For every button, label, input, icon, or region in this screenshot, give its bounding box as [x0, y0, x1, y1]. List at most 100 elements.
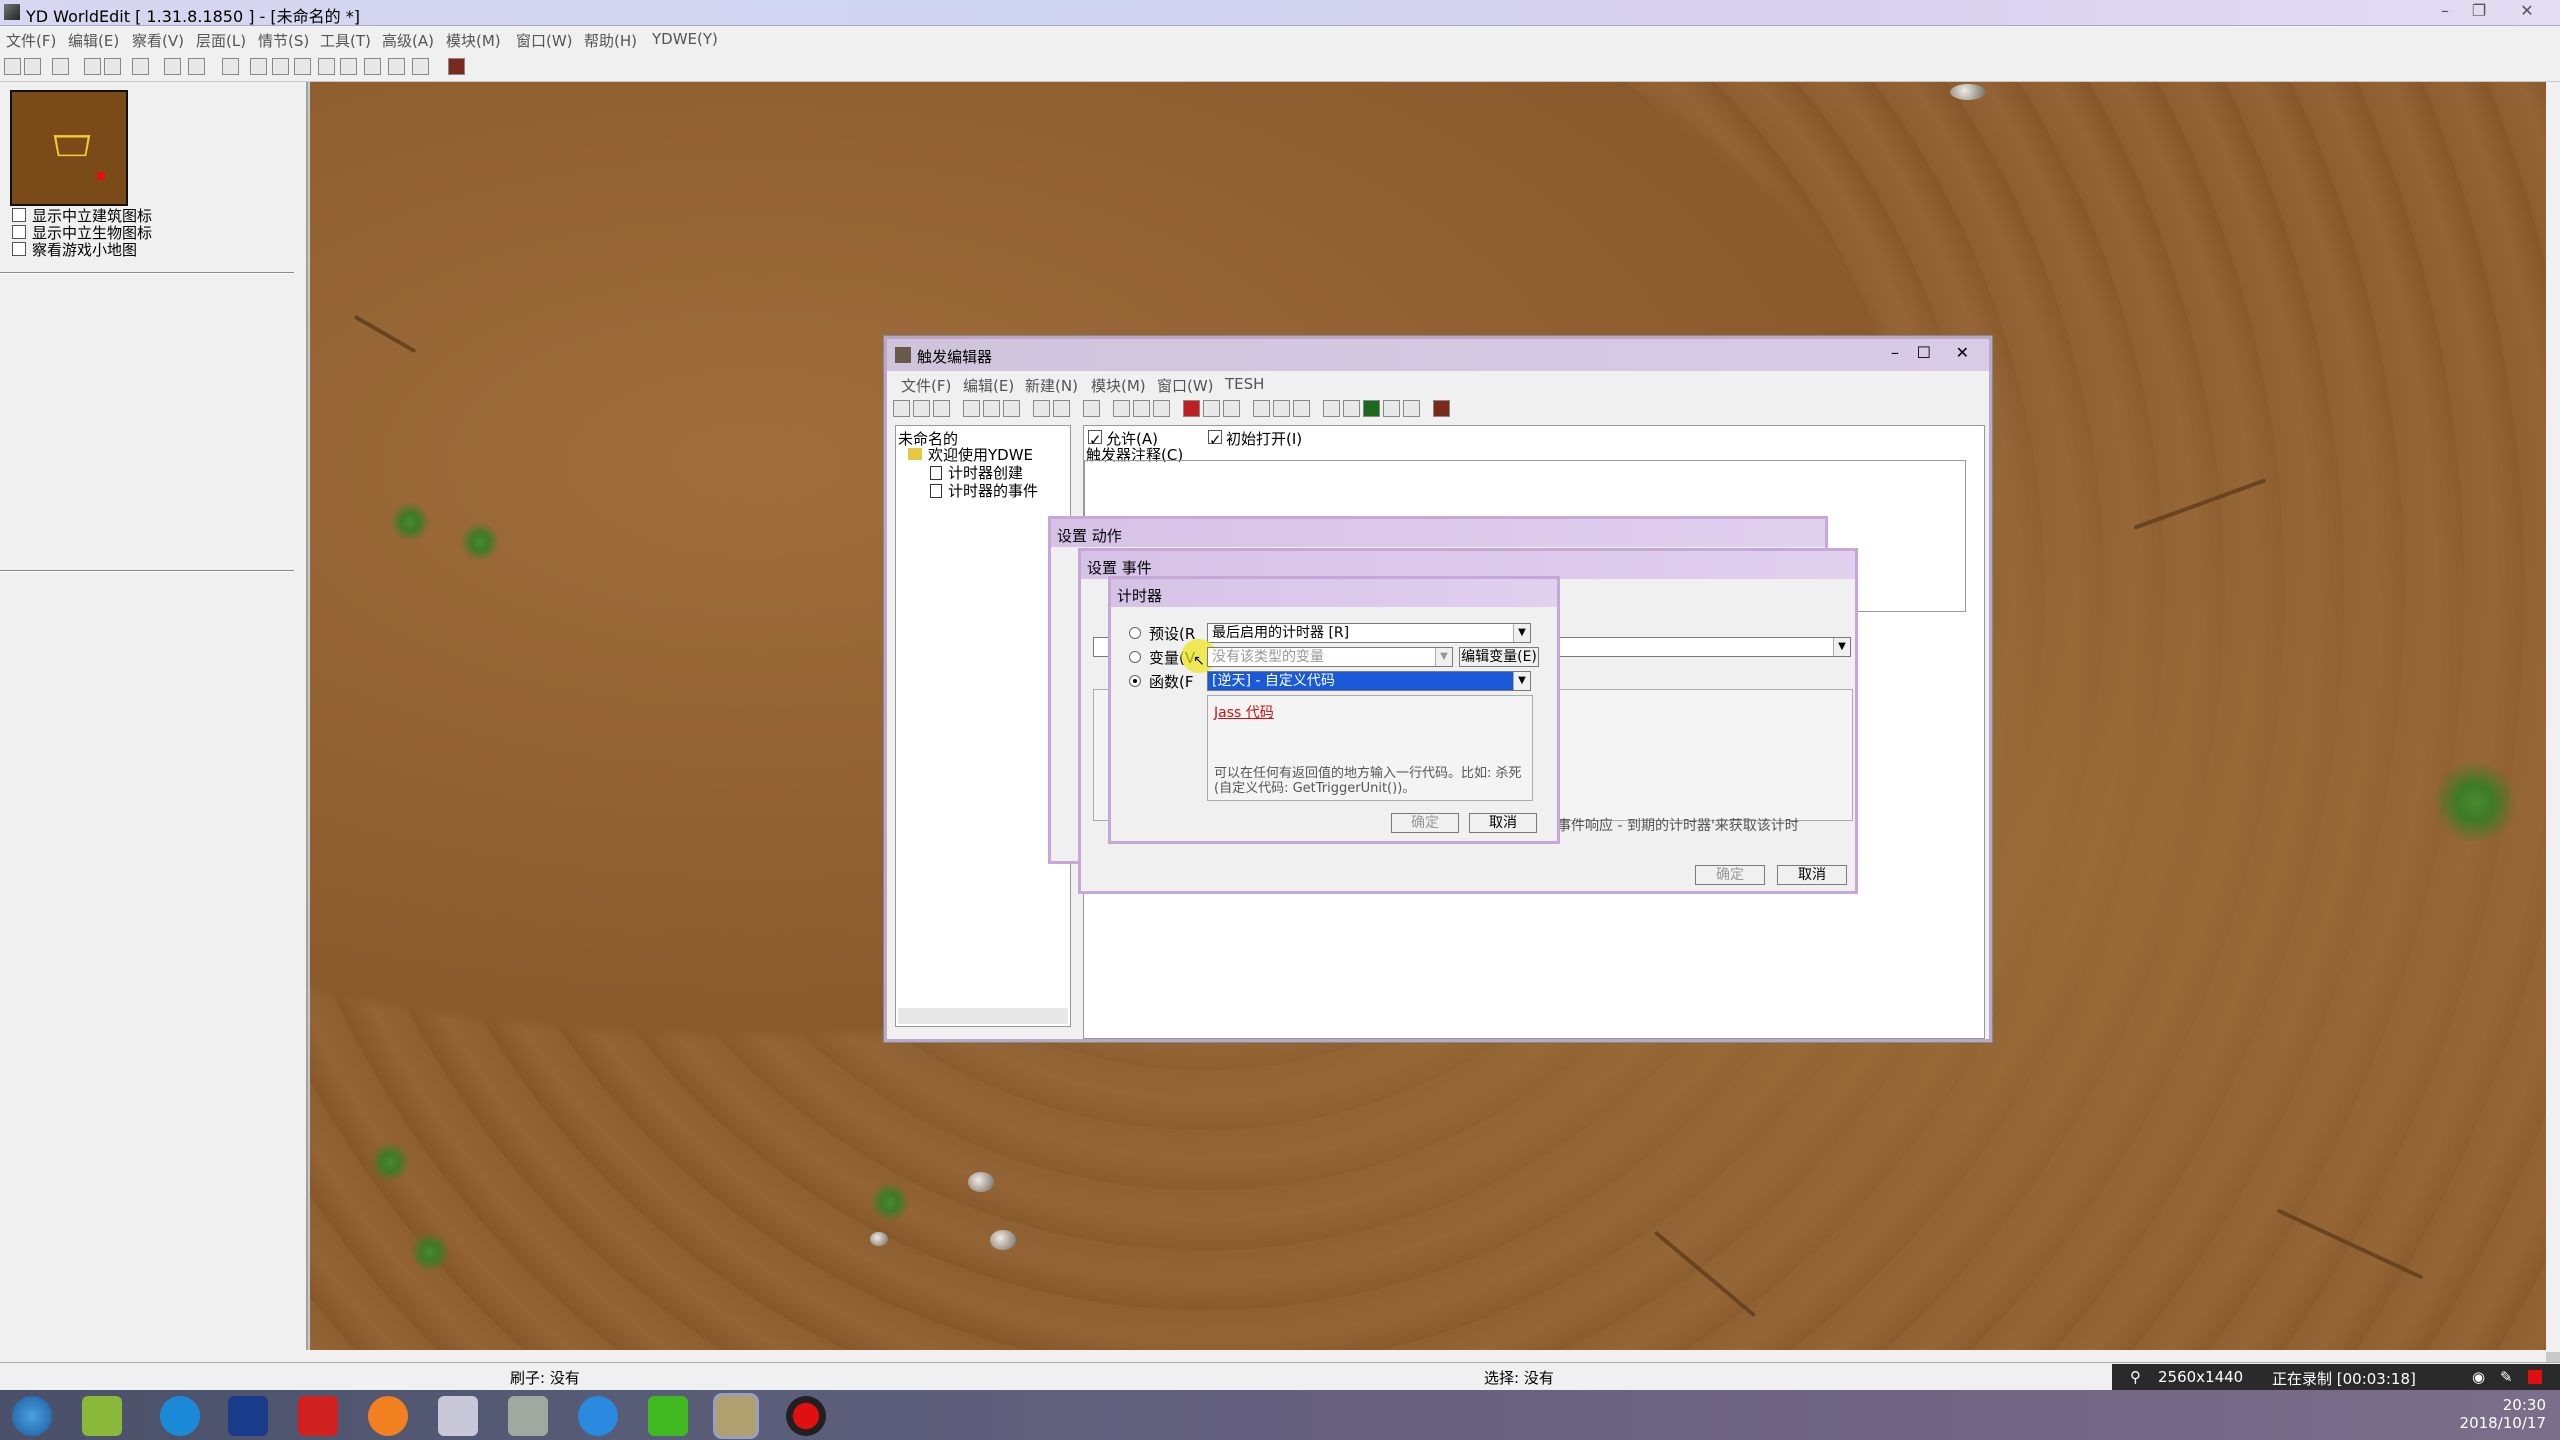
trigger-camera-icon[interactable] [1343, 400, 1360, 417]
trigger-minimize-icon[interactable]: – [1891, 343, 1899, 362]
preset-select[interactable]: 最后启用的计时器 [R] ▼ [1207, 623, 1531, 643]
menu-layer[interactable]: 层面(L) [196, 30, 246, 51]
trigger-object-icon[interactable] [1403, 400, 1420, 417]
taskbar-app-icon[interactable] [508, 1396, 548, 1436]
trigger-menu-file[interactable]: 文件(F) [901, 375, 951, 396]
event-ok-button[interactable]: 确定 [1695, 865, 1765, 885]
trigger-copy-icon[interactable] [983, 400, 1000, 417]
show-neutral-creeps-checkbox[interactable] [12, 225, 26, 239]
trigger-menu-tesh[interactable]: TESH [1225, 375, 1264, 393]
start-button[interactable] [12, 1396, 52, 1436]
show-neutral-buildings-checkbox[interactable] [12, 208, 26, 222]
trigger-open-icon[interactable] [913, 400, 930, 417]
new-trigger-icon[interactable] [1133, 400, 1150, 417]
save-icon[interactable] [52, 58, 69, 75]
menu-edit[interactable]: 编辑(E) [68, 30, 119, 51]
menu-file[interactable]: 文件(F) [6, 30, 56, 51]
menu-advanced[interactable]: 高级(A) [382, 30, 434, 51]
trigger-sound-icon[interactable] [1383, 400, 1400, 417]
preset-radio[interactable] [1129, 627, 1141, 639]
edit-variable-button[interactable]: 编辑变量(E) [1459, 647, 1539, 667]
camera-icon[interactable] [340, 58, 357, 75]
taskbar-app-icon[interactable] [438, 1396, 478, 1436]
menu-window[interactable]: 窗口(W) [516, 30, 573, 51]
variable-radio[interactable] [1129, 651, 1141, 663]
trigger-maximize-icon[interactable]: ☐ [1917, 343, 1931, 362]
menu-help[interactable]: 帮助(H) [584, 30, 637, 51]
paste-icon[interactable] [132, 58, 149, 75]
event-cancel-button[interactable]: 取消 [1777, 865, 1847, 885]
menu-scenario[interactable]: 情节(S) [258, 30, 309, 51]
trigger-doodad-icon[interactable] [1273, 400, 1290, 417]
menu-view[interactable]: 察看(V) [132, 30, 184, 51]
taskbar-app-icon[interactable] [82, 1396, 122, 1436]
trigger-menu-new[interactable]: 新建(N) [1025, 375, 1078, 396]
taskbar-app-icon[interactable] [648, 1396, 688, 1436]
open-icon[interactable] [24, 58, 41, 75]
recorder-camera-icon[interactable]: ◉ [2472, 1368, 2485, 1386]
restore-icon[interactable]: ❐ [2462, 0, 2496, 24]
view-game-minimap-checkbox[interactable] [12, 242, 26, 256]
taskbar-app-icon[interactable] [298, 1396, 338, 1436]
trigger-menu-module[interactable]: 模块(M) [1091, 375, 1146, 396]
taskbar-worldedit-icon[interactable] [716, 1396, 756, 1436]
trigger-menu-window[interactable]: 窗口(W) [1157, 375, 1214, 396]
sound-editor-icon[interactable] [388, 58, 405, 75]
trigger-terrain-icon[interactable] [1253, 400, 1270, 417]
new-condition-icon[interactable] [1203, 400, 1220, 417]
trigger-redo-icon[interactable] [1053, 400, 1070, 417]
enabled-checkbox[interactable]: ✓ [1088, 430, 1102, 449]
timer-cancel-button[interactable]: 取消 [1469, 813, 1537, 833]
taskbar-recorder-icon[interactable] [786, 1396, 826, 1436]
select-icon[interactable] [222, 58, 239, 75]
trigger-menu-edit[interactable]: 编辑(E) [963, 375, 1014, 396]
initially-on-checkbox[interactable]: ✓ [1208, 430, 1222, 449]
minimize-icon[interactable]: – [2428, 0, 2462, 24]
new-category-icon[interactable] [1113, 400, 1130, 417]
function-radio[interactable] [1129, 675, 1141, 687]
cut-icon[interactable] [84, 58, 101, 75]
taskbar-app-icon[interactable] [228, 1396, 268, 1436]
close-icon[interactable]: ✕ [2510, 0, 2544, 24]
trigger-editor-icon[interactable] [364, 58, 381, 75]
doodad-icon[interactable] [272, 58, 289, 75]
trigger-paste-icon[interactable] [1003, 400, 1020, 417]
trigger-region-icon[interactable] [1323, 400, 1340, 417]
map-vertical-scrollbar[interactable] [2546, 82, 2560, 1352]
recorder-pen-icon[interactable]: ✎ [2500, 1368, 2513, 1386]
recorder-zoom-icon[interactable]: ⚲ [2130, 1368, 2141, 1386]
object-editor-icon[interactable] [412, 58, 429, 75]
map-horizontal-scrollbar[interactable] [300, 1350, 2546, 1362]
trigger-new-icon[interactable] [893, 400, 910, 417]
redo-icon[interactable] [188, 58, 205, 75]
menu-ydwe[interactable]: YDWE(Y) [652, 30, 718, 48]
timer-ok-button[interactable]: 确定 [1391, 813, 1459, 833]
trigger-save-icon[interactable] [933, 400, 950, 417]
trigger-cut-icon[interactable] [963, 400, 980, 417]
taskbar-app-icon[interactable] [368, 1396, 408, 1436]
recorder-stop-icon[interactable] [2528, 1370, 2542, 1384]
new-action-icon[interactable] [1223, 400, 1240, 417]
tree-trigger-item[interactable]: 计时器的事件 [948, 480, 1038, 501]
jass-code-link[interactable]: Jass 代码 [1214, 702, 1274, 722]
test-map-icon[interactable] [448, 58, 465, 75]
taskbar-app-icon[interactable] [160, 1396, 200, 1436]
menu-tools[interactable]: 工具(T) [320, 30, 371, 51]
tree-horizontal-scrollbar[interactable] [898, 1008, 1068, 1024]
variable-select[interactable]: 没有该类型的变量 ▼ [1207, 647, 1453, 667]
trigger-close-icon[interactable]: ✕ [1956, 343, 1969, 362]
taskbar-app-icon[interactable] [578, 1396, 618, 1436]
trigger-delete-icon[interactable] [1083, 400, 1100, 417]
trigger-test-icon[interactable] [1433, 400, 1450, 417]
undo-icon[interactable] [164, 58, 181, 75]
trigger-undo-icon[interactable] [1033, 400, 1050, 417]
minimap[interactable] [10, 90, 128, 206]
new-icon[interactable] [4, 58, 21, 75]
trigger-editor-open-icon[interactable] [1363, 400, 1380, 417]
trigger-unit-icon[interactable] [1293, 400, 1310, 417]
copy-icon[interactable] [104, 58, 121, 75]
new-event-icon[interactable] [1183, 400, 1200, 417]
terrain-icon[interactable] [250, 58, 267, 75]
menu-module[interactable]: 模块(M) [446, 30, 501, 51]
new-comment-icon[interactable] [1153, 400, 1170, 417]
